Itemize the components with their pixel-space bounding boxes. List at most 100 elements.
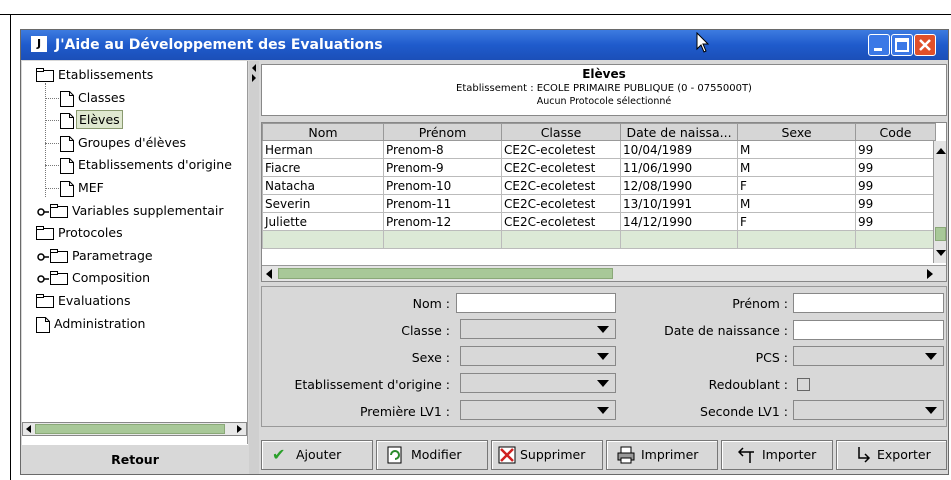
- redoublant-checkbox[interactable]: [797, 378, 810, 391]
- table-cell: Prenom-8: [383, 140, 502, 159]
- ajouter-label: Ajouter: [296, 447, 342, 462]
- table-row[interactable]: Severin Prenom-11 CE2C-ecoletest 13/10/1991…: [262, 194, 936, 213]
- table-cell: [262, 230, 384, 249]
- tree-item[interactable]: Variables supplementair: [22, 201, 248, 221]
- table-cell: [737, 230, 856, 249]
- chevron-down-icon: [597, 353, 609, 360]
- table-cell: 99: [855, 140, 936, 159]
- table-cell: CE2C-ecoletest: [501, 158, 621, 177]
- students-table: Nom Prénom Classe Date de naissa... Sexe Code…: [261, 122, 947, 282]
- maximize-button[interactable]: [891, 34, 913, 56]
- classe-select[interactable]: [460, 319, 616, 339]
- new-row[interactable]: [262, 230, 936, 249]
- tree-connector: [45, 188, 59, 189]
- sexe-select[interactable]: [460, 346, 616, 366]
- retour-button[interactable]: Retour: [22, 444, 248, 474]
- lv1-select[interactable]: [460, 400, 616, 420]
- supprimer-button[interactable]: Supprimer: [491, 440, 603, 470]
- section-title: Elèves: [582, 67, 626, 81]
- column-header[interactable]: Classe: [501, 123, 621, 141]
- tree-item-label: Variables supplementair: [72, 202, 224, 218]
- tree-item[interactable]: Parametrage: [22, 246, 248, 266]
- scroll-thumb[interactable]: [35, 424, 225, 434]
- tree-item[interactable]: Elèves: [22, 110, 248, 130]
- scroll-thumb[interactable]: [278, 268, 613, 279]
- table-cell: 14/12/1990: [620, 212, 738, 231]
- table-cell: F: [737, 176, 856, 195]
- tree-item[interactable]: Administration: [22, 314, 248, 334]
- exporter-button[interactable]: Exporter: [836, 440, 947, 470]
- tree-item[interactable]: Evaluations: [22, 291, 248, 311]
- tree-horizontal-scrollbar[interactable]: [22, 422, 247, 436]
- nom-input[interactable]: [456, 293, 616, 313]
- pcs-select[interactable]: [793, 346, 944, 366]
- minimize-button[interactable]: [868, 34, 890, 56]
- scroll-left-icon[interactable]: [265, 269, 273, 279]
- tree-item[interactable]: Etablissements d'origine: [22, 155, 248, 175]
- scroll-left-icon[interactable]: [25, 425, 33, 433]
- scroll-up-icon[interactable]: [936, 147, 946, 155]
- tree-item[interactable]: Classes: [22, 88, 248, 108]
- table-row[interactable]: Fiacre Prenom-9 CE2C-ecoletest 11/06/1990 M 9…: [262, 158, 936, 177]
- tree-item[interactable]: Etablissements: [22, 65, 248, 85]
- classe-label: Classe :: [401, 323, 450, 338]
- supprimer-label: Supprimer: [520, 447, 586, 462]
- table-cell: Severin: [262, 194, 384, 213]
- table-row[interactable]: Natacha Prenom-10 CE2C-ecoletest 12/08/1990…: [262, 176, 936, 195]
- column-header[interactable]: Prénom: [383, 123, 502, 141]
- table-cell: CE2C-ecoletest: [501, 212, 621, 231]
- tree-item-label: Parametrage: [72, 247, 153, 263]
- lv1-label: Première LV1 :: [359, 404, 450, 419]
- date-naissance-input[interactable]: [793, 320, 944, 340]
- scroll-down-icon[interactable]: [936, 249, 946, 257]
- folder-icon: [36, 226, 54, 246]
- column-header[interactable]: Date de naissa...: [620, 123, 738, 141]
- table-cell: [855, 230, 936, 249]
- nom-label: Nom :: [412, 296, 450, 311]
- importer-button[interactable]: Importer: [721, 440, 833, 470]
- table-horizontal-scrollbar[interactable]: [262, 265, 946, 281]
- import-icon: [738, 447, 754, 463]
- tree-connector: [45, 97, 59, 99]
- panel-splitter[interactable]: [249, 61, 259, 474]
- table-cell: M: [737, 140, 856, 159]
- title-bar[interactable]: J J'Aide au Développement des Evaluation…: [21, 30, 948, 60]
- prenom-input[interactable]: [793, 293, 944, 313]
- column-header[interactable]: Code: [855, 123, 936, 141]
- table-row[interactable]: Juliette Prenom-12 CE2C-ecoletest 14/12/199…: [262, 212, 936, 231]
- frame-top: [0, 14, 951, 15]
- export-icon: [858, 447, 871, 463]
- imprimer-button[interactable]: Imprimer: [606, 440, 718, 470]
- chevron-down-icon: [597, 380, 609, 387]
- protocole-info: Aucun Protocole sélectionné: [536, 96, 672, 107]
- tree-item[interactable]: Protocoles: [22, 223, 248, 243]
- etab-origine-select[interactable]: [460, 373, 616, 393]
- close-button[interactable]: [914, 34, 936, 56]
- tree-item[interactable]: Groupes d'élèves: [22, 133, 248, 153]
- column-header[interactable]: Nom: [262, 123, 384, 141]
- collapse-arrows-icon[interactable]: [251, 63, 257, 83]
- table-cell: 12/08/1990: [620, 176, 738, 195]
- table-row[interactable]: Herman Prenom-8 CE2C-ecoletest 10/04/1989 M 9…: [262, 140, 936, 159]
- lv2-select[interactable]: [793, 400, 944, 420]
- expand-toggle-icon[interactable]: [36, 249, 50, 269]
- table-cell: CE2C-ecoletest: [501, 194, 621, 213]
- scroll-thumb[interactable]: [935, 227, 946, 241]
- tree-item[interactable]: MEF: [22, 178, 248, 198]
- expand-toggle-icon[interactable]: [36, 204, 50, 224]
- tree-connector: [45, 120, 59, 122]
- frame-left: [10, 14, 11, 480]
- importer-label: Importer: [762, 447, 817, 462]
- scroll-right-icon[interactable]: [926, 269, 934, 279]
- lv2-label: Seconde LV1 :: [700, 404, 788, 419]
- modifier-button[interactable]: Modifier: [376, 440, 488, 470]
- scroll-right-icon[interactable]: [235, 425, 243, 433]
- imprimer-label: Imprimer: [641, 447, 699, 462]
- expand-toggle-icon[interactable]: [36, 271, 50, 291]
- column-header[interactable]: Sexe: [737, 123, 856, 141]
- tree-connector: [45, 165, 59, 167]
- tree-item[interactable]: Composition: [22, 268, 248, 288]
- table-vertical-scrollbar[interactable]: [933, 141, 946, 263]
- table-cell: Herman: [262, 140, 384, 159]
- ajouter-button[interactable]: ✔ Ajouter: [261, 440, 373, 470]
